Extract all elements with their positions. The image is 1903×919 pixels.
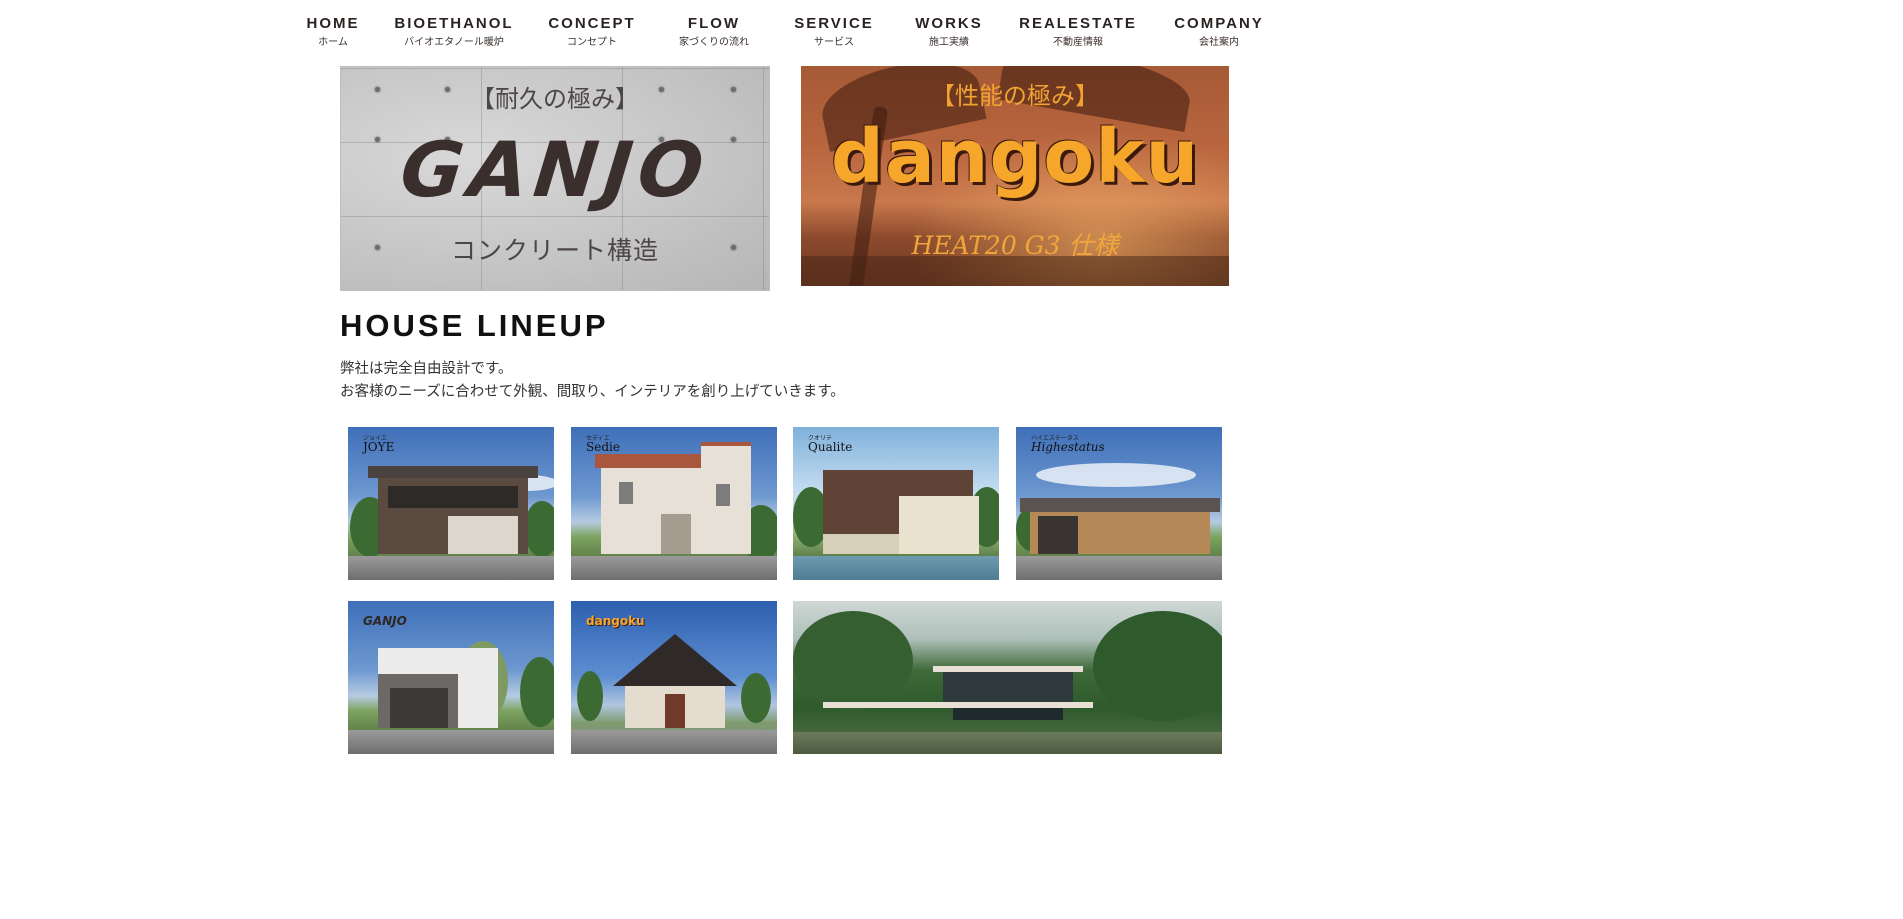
nav-item-home[interactable]: HOME ホーム (307, 16, 360, 49)
description-line: 弊社は完全自由設計です。 (340, 361, 513, 377)
description-line: お客様のニーズに合わせて外観、間取り、インテリアを創り上げていきます。 (340, 384, 845, 400)
house-image (823, 470, 979, 554)
house-image (1020, 498, 1220, 554)
nav-label-en: WORKS (915, 15, 983, 32)
water-decoration (793, 556, 999, 580)
nav-item-works[interactable]: WORKS 施工実績 (915, 16, 983, 49)
card-label: JOYE (363, 440, 395, 454)
terrace-decoration (793, 732, 1222, 754)
house-card-dangoku[interactable]: dangoku (571, 601, 777, 754)
nav-label-en: REALESTATE (1019, 15, 1137, 32)
nav-label-jp: バイオエタノール暖炉 (404, 37, 504, 48)
driveway-decoration (348, 730, 554, 754)
card-label: GANJO (363, 614, 407, 628)
house-card-ganjo[interactable]: GANJO (348, 601, 554, 754)
ganjo-logo: GANJO (396, 125, 714, 214)
nav-label-jp: 会社案内 (1199, 37, 1239, 48)
card-label: Highestatus (1031, 440, 1105, 454)
nav-label-en: COMPANY (1174, 15, 1264, 32)
nav-item-concept[interactable]: CONCEPT コンセプト (548, 16, 635, 49)
driveway-decoration (571, 730, 777, 754)
tree-decoration (520, 657, 554, 727)
house-card-highestatus[interactable]: ハイエステータス Highestatus (1016, 427, 1222, 580)
tree-decoration (1093, 611, 1222, 721)
nav-label-en: BIOETHANOL (394, 15, 514, 32)
house-image (378, 648, 498, 728)
nav-item-company[interactable]: COMPANY 会社案内 (1174, 16, 1264, 49)
dangoku-banner[interactable]: 【性能の極み】 dangoku HEAT20 G3 仕様 (801, 66, 1229, 286)
nav-item-bioethanol[interactable]: BIOETHANOL バイオエタノール暖炉 (394, 16, 513, 49)
house-image (823, 666, 1093, 720)
tree-decoration (524, 501, 554, 557)
nav-label-jp: 家づくりの流れ (679, 37, 749, 48)
nav-label-jp: 施工実績 (929, 37, 969, 48)
nav-label-jp: 不動産情報 (1053, 37, 1103, 48)
card-label: Sedie (586, 440, 620, 454)
nav-label-en: SERVICE (794, 15, 874, 32)
tree-decoration (741, 673, 771, 723)
house-image (613, 634, 737, 728)
house-card-qualite[interactable]: クオリテ Qualite (793, 427, 999, 580)
dangoku-subtitle: HEAT20 G3 仕様 (911, 231, 1119, 260)
nav-item-service[interactable]: SERVICE サービス (794, 16, 874, 49)
ganjo-tagline: 【耐久の極み】 (471, 85, 639, 113)
house-image (368, 466, 538, 554)
card-label: Qualite (808, 440, 853, 454)
main-nav: HOME ホーム BIOETHANOL バイオエタノール暖炉 CONCEPT コ… (0, 0, 1560, 62)
house-card-featured[interactable] (793, 601, 1222, 754)
tree-decoration (577, 671, 603, 721)
house-card-joye[interactable]: ジョイエ JOYE (348, 427, 554, 580)
nav-label-en: HOME (306, 15, 360, 32)
driveway-decoration (348, 556, 554, 580)
nav-label-en: CONCEPT (548, 15, 636, 32)
cloud-decoration (1036, 463, 1196, 487)
driveway-decoration (1016, 556, 1222, 580)
nav-label-jp: ホーム (318, 37, 348, 48)
house-card-sedie[interactable]: セディエ Sedie (571, 427, 777, 580)
house-image (595, 442, 751, 554)
house-lineup-title: HOUSE LINEUP (340, 308, 609, 343)
driveway-decoration (571, 556, 777, 580)
nav-label-jp: コンセプト (567, 37, 617, 48)
nav-label-en: FLOW (687, 15, 741, 32)
dangoku-logo: dangoku (830, 114, 1200, 200)
ganjo-subtitle: コンクリート構造 (450, 236, 659, 265)
nav-item-realestate[interactable]: REALESTATE 不動産情報 (1019, 16, 1137, 49)
ganjo-banner[interactable]: 【耐久の極み】 GANJO コンクリート構造 (340, 66, 770, 291)
nav-item-flow[interactable]: FLOW 家づくりの流れ (679, 16, 749, 49)
house-lineup-description: 弊社は完全自由設計です。 お客様のニーズに合わせて外観、間取り、インテリアを創り… (340, 358, 845, 404)
nav-label-jp: サービス (814, 37, 854, 48)
dangoku-tagline: 【性能の極み】 (931, 82, 1099, 110)
card-label: dangoku (586, 614, 645, 628)
